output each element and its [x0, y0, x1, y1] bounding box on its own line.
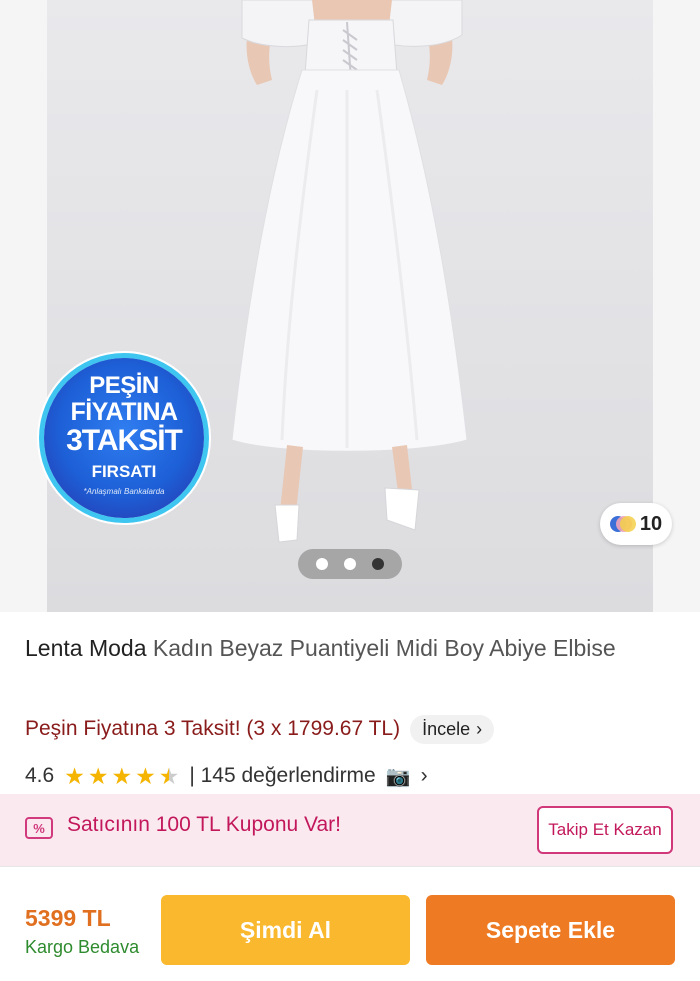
rating-value: 4.6: [25, 764, 55, 787]
badge-line-4: FIRSATI: [91, 462, 157, 481]
product-photo[interactable]: [47, 0, 653, 612]
coupon-text: Satıcının 100 TL Kuponu Var!: [67, 813, 341, 836]
badge-line-1: PEŞİN: [89, 372, 159, 399]
chevron-right-icon: ›: [476, 718, 483, 739]
buy-now-button[interactable]: Şimdi Al: [161, 895, 410, 965]
photo-count-button[interactable]: 10: [600, 503, 672, 545]
chevron-right-icon: ›: [420, 764, 428, 787]
star-icon: ★: [135, 762, 156, 789]
carousel-dot-3[interactable]: [372, 558, 384, 570]
product-title: Lenta Moda Kadın Beyaz Puantiyeli Midi B…: [25, 632, 665, 664]
installment-row: Peşin Fiyatına 3 Taksit! (3 x 1799.67 TL…: [25, 714, 495, 744]
star-icon: ★: [87, 762, 109, 789]
installment-text: Peşin Fiyatına 3 Taksit! (3 x 1799.67 TL…: [25, 717, 401, 740]
installment-promo-badge: PEŞİN FİYATINA 3TAKSİT FIRSATI *Anlaşmal…: [44, 358, 204, 518]
badge-footnote: *Anlaşmalı Bankalarda: [83, 487, 165, 496]
follow-and-earn-button[interactable]: Takip Et Kazan: [537, 806, 673, 854]
star-icon: ★: [64, 762, 85, 789]
coupon-percent-icon: %: [25, 817, 53, 839]
carousel-dot-2[interactable]: [344, 558, 356, 570]
rating-row[interactable]: 4.6 ★ ★ ★ ★ ★ | 145 değerlendirme 📷 ›: [25, 760, 428, 792]
product-name: Kadın Beyaz Puantiyeli Midi Boy Abiye El…: [152, 635, 616, 661]
incele-label: İncele: [422, 718, 471, 739]
product-brand[interactable]: Lenta Moda: [25, 635, 146, 661]
camera-icon: 📷: [385, 765, 411, 788]
product-price: 5399 TL: [25, 905, 111, 931]
incele-button[interactable]: İncele ›: [410, 714, 495, 744]
half-star-icon: ★: [158, 762, 180, 789]
free-shipping-label: Kargo Bedava: [25, 937, 140, 957]
review-count[interactable]: | 145 değerlendirme: [189, 764, 375, 788]
multicolor-rings-icon: [609, 515, 636, 533]
dress-illustration: [231, 0, 468, 543]
photo-count-label: 10: [639, 512, 663, 535]
rating-stars: ★ ★ ★ ★ ★: [64, 762, 180, 789]
carousel-dot-1[interactable]: [316, 558, 328, 570]
add-to-cart-button[interactable]: Sepete Ekle: [426, 895, 675, 965]
badge-line-2: FİYATINA: [70, 398, 178, 426]
badge-line-3: 3TAKSİT: [66, 424, 183, 457]
product-image-gallery[interactable]: PEŞİN FİYATINA 3TAKSİT FIRSATI *Anlaşmal…: [0, 0, 700, 612]
bottom-purchase-bar: 5399 TL Kargo Bedava Şimdi Al Sepete Ekl…: [0, 866, 700, 981]
star-icon: ★: [111, 762, 133, 789]
carousel-pagination[interactable]: [298, 549, 402, 579]
